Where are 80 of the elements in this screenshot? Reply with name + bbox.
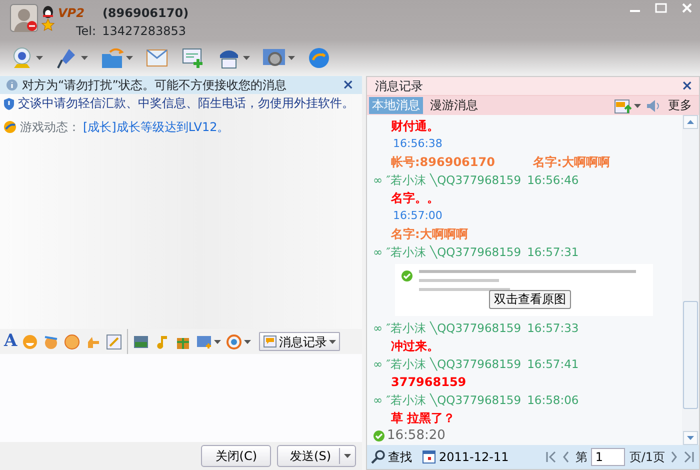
message-text: 377968159 xyxy=(390,374,468,391)
caret-icon[interactable] xyxy=(243,56,250,60)
first-page-icon[interactable] xyxy=(545,450,558,464)
vip-level: VP2 xyxy=(58,5,84,22)
caret-icon xyxy=(329,340,336,344)
last-page-icon[interactable] xyxy=(683,450,695,464)
message-time: 16:56:46 xyxy=(527,172,579,189)
font-button[interactable]: A xyxy=(4,328,18,354)
message-time: 16:56:38 xyxy=(392,136,444,152)
caret-icon[interactable] xyxy=(244,340,252,344)
qq-number: (896906170) xyxy=(102,5,189,22)
pencil-icon[interactable] xyxy=(106,334,122,350)
message-time: 16:58:20 xyxy=(387,427,446,445)
calendar-icon xyxy=(422,450,436,464)
caret-icon[interactable] xyxy=(634,104,641,108)
page-field[interactable]: 1 xyxy=(591,448,626,466)
send-button[interactable]: 发送(S) xyxy=(277,445,356,467)
message-text: 财付通。 xyxy=(390,118,440,135)
check-icon xyxy=(401,270,413,282)
game-label: 游戏动态： xyxy=(20,119,80,136)
folder-icon[interactable] xyxy=(100,46,124,70)
view-original-button[interactable]: 双击查看原图 xyxy=(489,290,571,309)
caret-icon xyxy=(344,454,351,458)
sender-name: ∞ ″若小沫 ╲QQ377968159 xyxy=(373,172,522,189)
close-chat-button[interactable]: 关闭(C) xyxy=(201,445,272,467)
notice-text: 对方为“请勿打扰”状态。可能不方便接收您的消息 xyxy=(22,77,288,94)
page-label: 第 xyxy=(575,449,588,466)
smiley-icon[interactable] xyxy=(22,334,38,350)
scrollbar-thumb[interactable] xyxy=(683,301,698,409)
message-text: 冲过来。 xyxy=(390,338,440,355)
page-total: 页/1页 xyxy=(629,449,665,466)
message-text: 名字:大啊啊啊 xyxy=(532,154,610,171)
close-button[interactable]: × xyxy=(340,78,356,92)
date-button[interactable]: 2011-12-11 xyxy=(422,448,509,466)
message-input-field[interactable] xyxy=(0,354,362,442)
close-button[interactable]: × xyxy=(679,79,695,93)
star-icon xyxy=(41,18,55,31)
sender-name: ∞ ″若小沫 ╲QQ377968159 xyxy=(373,392,522,409)
landscape-icon[interactable] xyxy=(133,334,150,350)
message-time: 16:57:33 xyxy=(527,320,579,337)
info-icon xyxy=(6,79,18,91)
screenshot-icon[interactable] xyxy=(196,334,212,350)
sender-name: ∞ ″若小沫 ╲QQ377968159 xyxy=(373,356,522,373)
message-text: 帐号:896906170 xyxy=(391,154,495,171)
history-button[interactable]: 消息记录 xyxy=(259,332,340,351)
export-icon[interactable] xyxy=(614,98,632,114)
check-icon xyxy=(373,430,385,442)
caret-icon[interactable] xyxy=(214,340,222,344)
search-button[interactable]: 查找 xyxy=(371,448,412,466)
scroll-up-icon[interactable] xyxy=(683,115,698,129)
sender-name: ∞ ″若小沫 ╲QQ377968159 xyxy=(373,320,522,337)
caret-icon[interactable] xyxy=(81,56,88,60)
next-page-icon[interactable] xyxy=(669,450,679,464)
caret-icon[interactable] xyxy=(288,56,295,60)
avatar-icon xyxy=(10,4,38,32)
game-link[interactable]: [成长]成长等级达到LV12。 xyxy=(83,118,230,136)
caret-icon[interactable] xyxy=(36,56,43,60)
message-time: 16:57:31 xyxy=(527,244,579,261)
shield-icon xyxy=(3,96,15,110)
search-icon xyxy=(371,450,385,464)
panel-title: 消息记录 xyxy=(375,78,423,95)
message-text: 名字:大啊啊啊 xyxy=(391,226,468,243)
tel-number: 13427283853 xyxy=(102,23,186,40)
penguin-icon xyxy=(41,4,55,18)
game-logo-icon xyxy=(3,120,17,134)
more-button[interactable]: 更多 xyxy=(665,97,695,114)
message-time: 16:57:41 xyxy=(527,356,579,373)
message-time: 16:57:00 xyxy=(392,208,444,224)
warning-text: 交谈中请勿轻信汇款、中奖信息、陌生电话，勿使用外挂软件。 xyxy=(18,95,354,112)
message-time: 16:58:06 xyxy=(527,392,579,409)
tel-label: Tel: xyxy=(76,23,96,40)
message-text: 名字。。 xyxy=(390,190,440,207)
speech-bubble-icon xyxy=(263,335,278,348)
previous-page-icon[interactable] xyxy=(561,450,572,464)
scroll-down-icon[interactable] xyxy=(683,431,698,445)
sender-name: ∞ ″若小沫 ╲QQ377968159 xyxy=(373,244,522,261)
caret-icon[interactable] xyxy=(126,56,133,60)
add-chat-icon[interactable] xyxy=(181,46,205,70)
message-text: 草 拉黑了？ xyxy=(390,410,456,427)
tab[interactable]: 漫游消息 xyxy=(427,97,481,114)
